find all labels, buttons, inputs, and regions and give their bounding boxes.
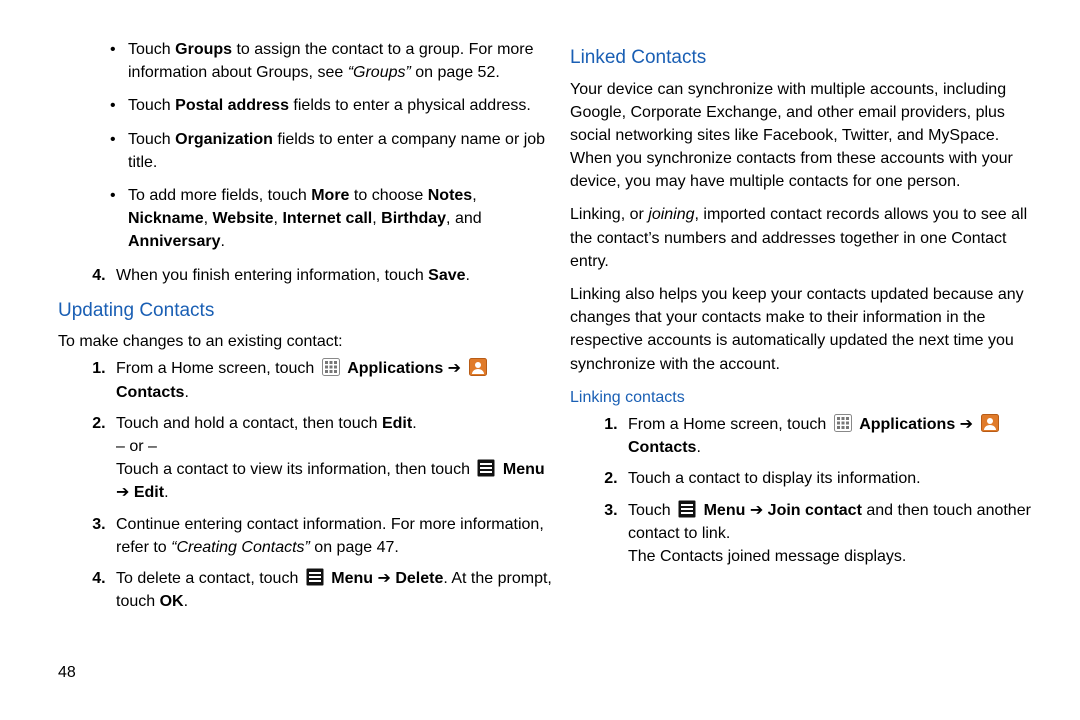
groups-fields-bullets: Touch Groups to assign the contact to a … — [58, 38, 560, 254]
heading-updating-contacts: Updating Contacts — [58, 297, 560, 325]
step: Touch and hold a contact, then touch Edi… — [110, 412, 560, 505]
step: Touch Menu ➔ Join contact and then touch… — [622, 499, 1040, 569]
menu-icon — [477, 459, 495, 477]
step: Touch a contact to display its informati… — [622, 467, 1040, 490]
bullet: To add more fields, touch More to choose… — [128, 184, 560, 254]
applications-icon — [834, 414, 852, 432]
menu-icon — [678, 500, 696, 518]
linking-steps: From a Home screen, touch Applications ➔… — [570, 413, 1040, 568]
paragraph: Linking, or joining, imported contact re… — [570, 203, 1040, 273]
save-step: When you finish entering information, to… — [58, 264, 560, 287]
contacts-icon — [469, 358, 487, 376]
intro-text: To make changes to an existing contact: — [58, 330, 560, 353]
page-number: 48 — [58, 661, 76, 684]
bullet: Touch Groups to assign the contact to a … — [128, 38, 560, 84]
step: To delete a contact, touch Menu ➔ Delete… — [110, 567, 560, 613]
step: Continue entering contact information. F… — [110, 513, 560, 559]
contacts-icon — [981, 414, 999, 432]
left-column: Touch Groups to assign the contact to a … — [58, 34, 560, 680]
step: When you finish entering information, to… — [110, 264, 560, 287]
step: From a Home screen, touch Applications ➔… — [622, 413, 1040, 459]
updating-steps: From a Home screen, touch Applications ➔… — [58, 357, 560, 613]
heading-linked-contacts: Linked Contacts — [570, 44, 1040, 72]
paragraph: Your device can synchronize with multipl… — [570, 78, 1040, 194]
paragraph: Linking also helps you keep your contact… — [570, 283, 1040, 376]
step: From a Home screen, touch Applications ➔… — [110, 357, 560, 403]
bullet: Touch Postal address fields to enter a p… — [128, 94, 560, 117]
bullet: Touch Organization fields to enter a com… — [128, 128, 560, 174]
applications-icon — [322, 358, 340, 376]
heading-linking-contacts: Linking contacts — [570, 386, 1040, 409]
right-column: Linked Contacts Your device can synchron… — [570, 34, 1040, 680]
menu-icon — [306, 568, 324, 586]
manual-page: Touch Groups to assign the contact to a … — [0, 0, 1080, 720]
